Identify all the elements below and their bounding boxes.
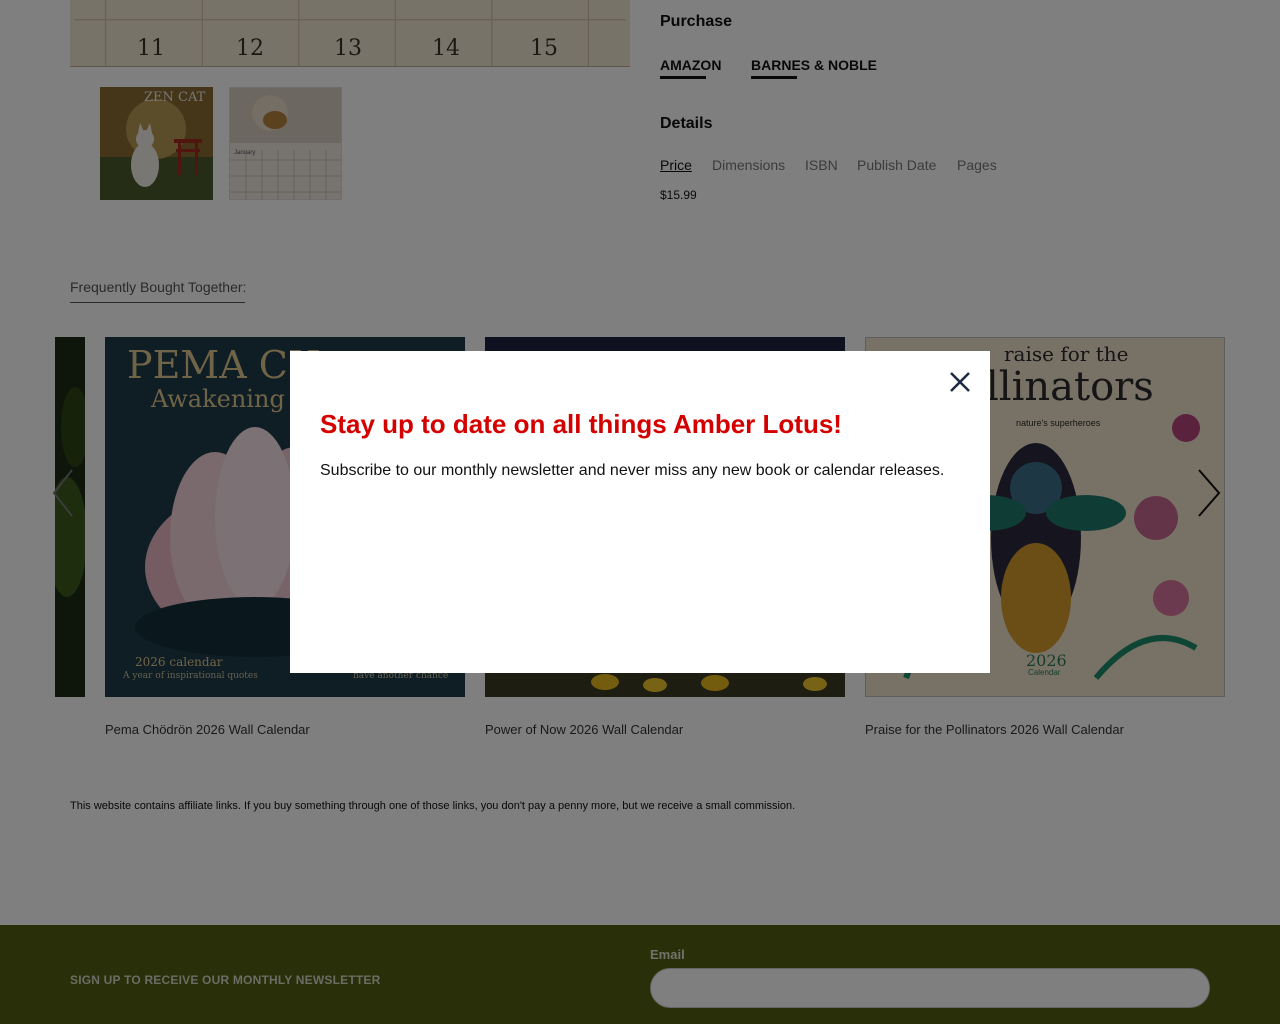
newsletter-modal: Stay up to date on all things Amber Lotu… — [290, 351, 990, 673]
close-icon — [950, 372, 970, 392]
modal-text: Subscribe to our monthly newsletter and … — [320, 462, 945, 479]
modal-title: Stay up to date on all things Amber Lotu… — [320, 409, 842, 439]
close-button[interactable] — [945, 367, 975, 397]
